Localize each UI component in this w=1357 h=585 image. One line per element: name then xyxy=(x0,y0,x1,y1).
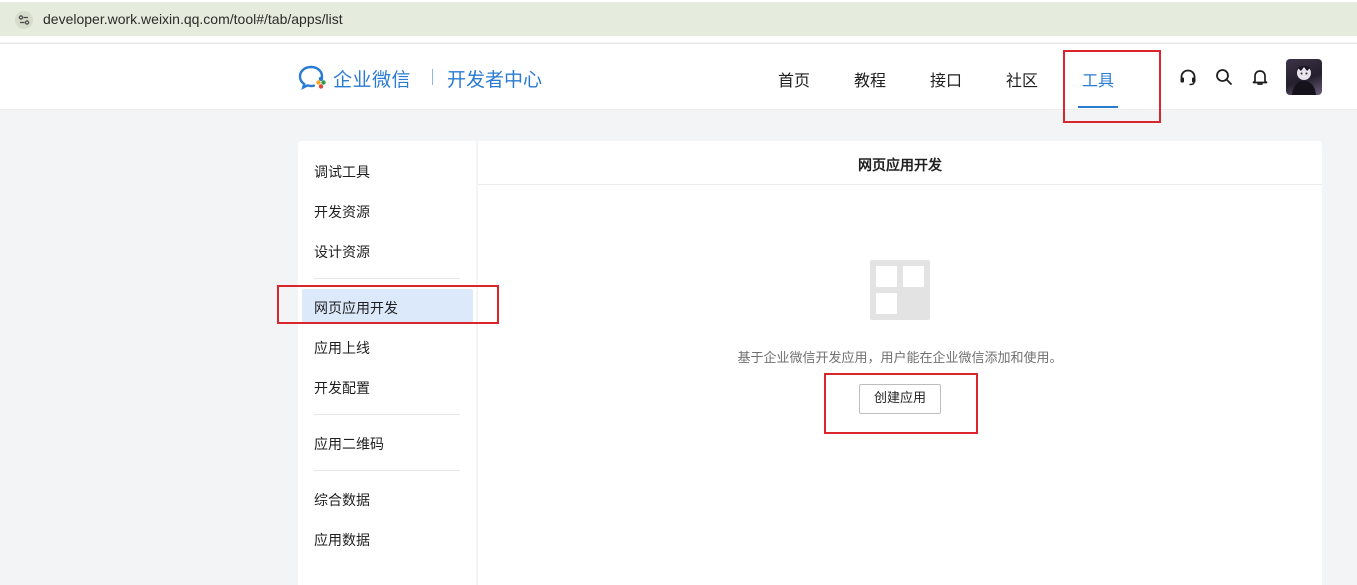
nav-community[interactable]: 社区 xyxy=(1006,67,1038,91)
nav-api[interactable]: 接口 xyxy=(930,67,962,91)
empty-state-description: 基于企业微信开发应用，用户能在企业微信添加和使用。 xyxy=(737,351,1063,366)
sidebar: 调试工具 开发资源 设计资源 网页应用开发 应用上线 开发配置 应用二维码 综合… xyxy=(298,141,476,585)
app-grid-icon xyxy=(870,260,930,320)
highlight-box-web-app-dev xyxy=(277,285,499,324)
url-text[interactable]: developer.work.weixin.qq.com/tool#/tab/a… xyxy=(43,11,343,27)
main-panel: 网页应用开发 基于企业微信开发应用，用户能在企业微信添加和使用。 创建应用 xyxy=(478,141,1322,585)
site-info-icon[interactable] xyxy=(15,11,33,29)
sidebar-divider xyxy=(314,414,460,415)
search-icon[interactable] xyxy=(1215,68,1233,86)
sidebar-item-dev-resources[interactable]: 开发资源 xyxy=(314,202,370,222)
sidebar-item-debug-tools[interactable]: 调试工具 xyxy=(314,162,370,182)
sidebar-divider xyxy=(314,470,460,471)
sidebar-item-app-data[interactable]: 应用数据 xyxy=(314,530,370,550)
title-divider xyxy=(478,184,1322,185)
avatar[interactable] xyxy=(1286,59,1322,95)
brand-subtitle[interactable]: 开发者中心 xyxy=(447,65,542,92)
address-bar[interactable]: developer.work.weixin.qq.com/tool#/tab/a… xyxy=(0,2,1357,36)
sidebar-divider xyxy=(314,278,460,279)
highlight-box-create-app xyxy=(824,373,978,434)
nav-home[interactable]: 首页 xyxy=(778,67,810,91)
sidebar-item-app-qrcode[interactable]: 应用二维码 xyxy=(314,434,384,454)
brand-name[interactable]: 企业微信 xyxy=(333,65,411,92)
sidebar-item-overall-data[interactable]: 综合数据 xyxy=(314,490,370,510)
sidebar-item-app-launch[interactable]: 应用上线 xyxy=(314,338,370,358)
browser-chrome: developer.work.weixin.qq.com/tool#/tab/a… xyxy=(0,0,1357,42)
avatar-image-icon xyxy=(1292,65,1316,95)
brand-divider xyxy=(432,69,433,85)
sidebar-item-design-resources[interactable]: 设计资源 xyxy=(314,242,370,262)
page-title: 网页应用开发 xyxy=(858,158,942,174)
headset-icon[interactable] xyxy=(1179,68,1197,86)
sidebar-item-dev-config[interactable]: 开发配置 xyxy=(314,378,370,398)
wecom-logo-icon[interactable] xyxy=(298,64,328,92)
nav-tutorial[interactable]: 教程 xyxy=(854,67,886,91)
highlight-box-tools xyxy=(1063,50,1161,123)
bell-icon[interactable] xyxy=(1251,68,1269,86)
